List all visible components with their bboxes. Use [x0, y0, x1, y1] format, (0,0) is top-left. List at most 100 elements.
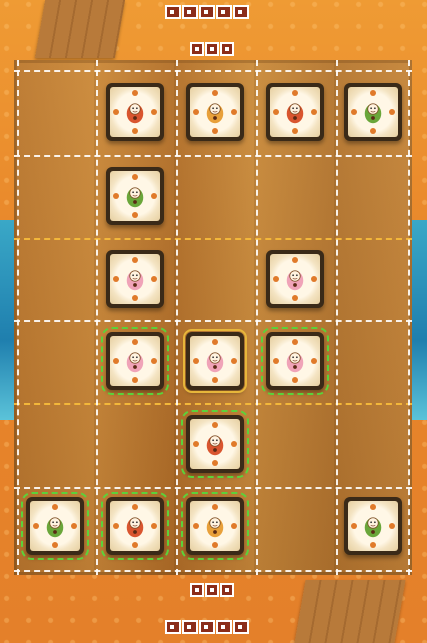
tile-corner-dot — [231, 441, 237, 447]
dock-top-left — [34, 0, 126, 58]
tile-corner-dot — [351, 523, 357, 529]
grid-line — [408, 60, 410, 575]
score-pip — [182, 5, 198, 19]
grid-line — [14, 238, 412, 240]
score-pip — [165, 620, 181, 634]
tile-corner-dot — [151, 358, 157, 364]
dancer-tile[interactable] — [101, 492, 169, 560]
tile-face — [190, 336, 240, 386]
monk-icon — [200, 97, 230, 127]
fairy-tile[interactable] — [183, 329, 247, 393]
dancer-icon — [120, 511, 150, 541]
reserve-pip — [190, 583, 204, 597]
tile-face — [110, 501, 160, 551]
score-pip — [233, 620, 249, 634]
tile-face — [348, 501, 398, 551]
tile-corner-dot — [193, 523, 199, 529]
fairy-icon — [280, 346, 310, 376]
grid-line — [336, 60, 338, 575]
warrior-icon — [358, 511, 388, 541]
tile-corner-dot — [231, 109, 237, 115]
grid-line — [14, 403, 412, 405]
score-pip — [216, 5, 232, 19]
fairy-tile[interactable] — [106, 250, 164, 308]
grid-line — [176, 60, 178, 575]
reserve-pip — [220, 42, 234, 56]
dancer-tile[interactable] — [106, 83, 164, 141]
tile-face — [270, 336, 320, 386]
tile-face — [190, 501, 240, 551]
tile-corner-dot — [193, 109, 199, 115]
tile-face — [110, 254, 160, 304]
tile-corner-dot — [389, 109, 395, 115]
warrior-tile[interactable] — [106, 167, 164, 225]
fairy-icon — [200, 346, 230, 376]
tile-corner-dot — [151, 523, 157, 529]
tile-corner-dot — [311, 109, 317, 115]
monk-icon — [200, 511, 230, 541]
score-pip — [182, 620, 198, 634]
warrior-icon — [120, 181, 150, 211]
reserve-pip — [205, 42, 219, 56]
player-reserve-pips — [190, 583, 234, 597]
grid-line — [14, 320, 412, 322]
tile-corner-dot — [273, 276, 279, 282]
dancer-icon — [280, 97, 310, 127]
tile-face — [270, 87, 320, 137]
tile-face — [110, 87, 160, 137]
monk-tile[interactable] — [181, 492, 249, 560]
tile-face — [190, 419, 240, 469]
grid-line — [14, 70, 412, 72]
warrior-tile[interactable] — [344, 497, 402, 555]
tile-corner-dot — [193, 358, 199, 364]
fairy-tile[interactable] — [266, 250, 324, 308]
dancer-icon — [200, 429, 230, 459]
score-pip — [233, 5, 249, 19]
tile-face — [348, 87, 398, 137]
tile-corner-dot — [389, 523, 395, 529]
fairy-tile[interactable] — [101, 327, 169, 395]
tile-corner-dot — [113, 193, 119, 199]
fairy-icon — [120, 346, 150, 376]
opponent-reserve-pips — [190, 42, 234, 56]
fairy-icon — [280, 264, 310, 294]
tile-corner-dot — [33, 523, 39, 529]
score-pip — [216, 620, 232, 634]
tile-corner-dot — [151, 193, 157, 199]
tile-face — [270, 254, 320, 304]
reserve-pip — [220, 583, 234, 597]
grid-line — [14, 570, 412, 572]
tile-corner-dot — [113, 109, 119, 115]
tile-face — [30, 501, 80, 551]
tile-corner-dot — [311, 276, 317, 282]
dancer-tile[interactable] — [266, 83, 324, 141]
fairy-tile[interactable] — [261, 327, 329, 395]
player-score-pips — [165, 620, 249, 634]
grid-line — [256, 60, 258, 575]
reserve-pip — [205, 583, 219, 597]
grid-line — [14, 155, 412, 157]
warrior-tile[interactable] — [344, 83, 402, 141]
reserve-pip — [190, 42, 204, 56]
tile-corner-dot — [113, 276, 119, 282]
tile-corner-dot — [113, 523, 119, 529]
tile-face — [110, 171, 160, 221]
fairy-icon — [120, 264, 150, 294]
tile-corner-dot — [193, 441, 199, 447]
warrior-tile[interactable] — [21, 492, 89, 560]
grid-line — [17, 60, 19, 575]
opponent-score-pips — [165, 5, 249, 19]
tile-face — [190, 87, 240, 137]
warrior-icon — [358, 97, 388, 127]
grid-line — [96, 60, 98, 575]
tile-corner-dot — [273, 109, 279, 115]
tile-corner-dot — [113, 358, 119, 364]
tile-corner-dot — [231, 523, 237, 529]
dock-bottom-right — [294, 580, 406, 643]
tile-corner-dot — [151, 109, 157, 115]
score-pip — [199, 620, 215, 634]
monk-tile[interactable] — [186, 83, 244, 141]
warrior-icon — [40, 511, 70, 541]
dancer-icon — [120, 97, 150, 127]
dancer-tile[interactable] — [181, 410, 249, 478]
